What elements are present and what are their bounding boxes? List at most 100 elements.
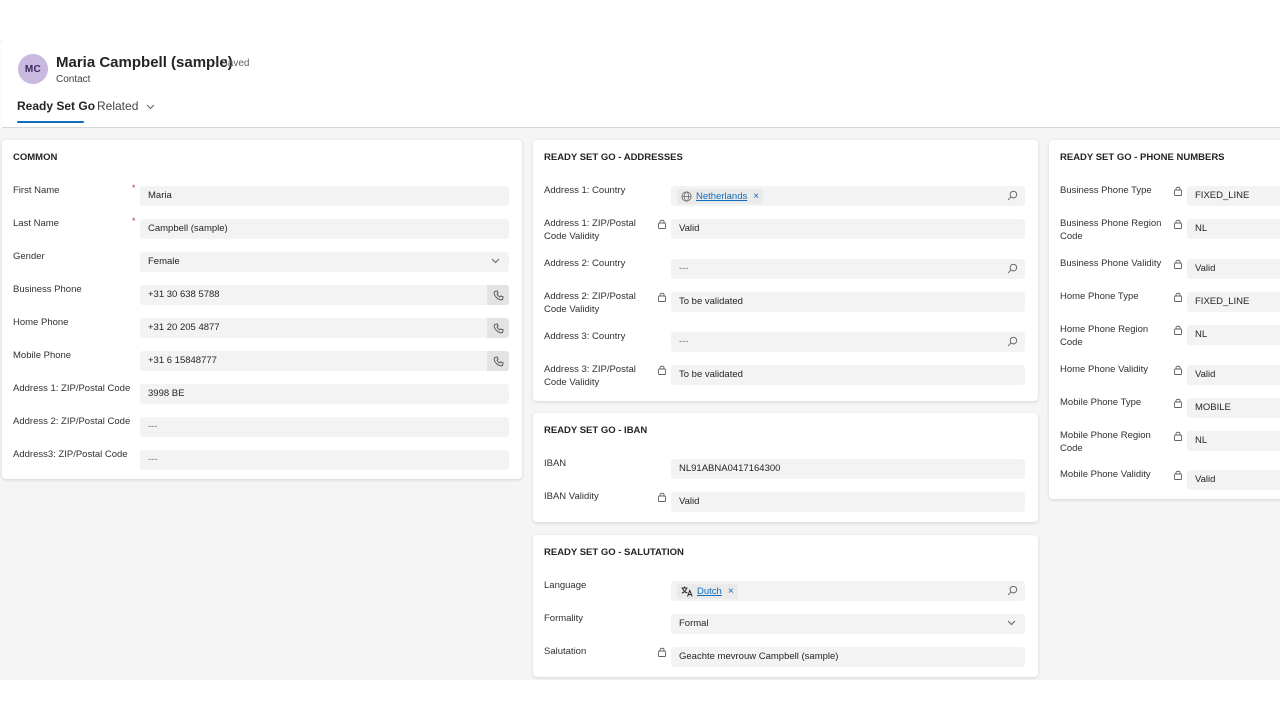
formality-select[interactable]: Formal <box>671 614 1025 634</box>
first-name-field[interactable]: Maria <box>140 186 509 206</box>
call-business-phone-button[interactable] <box>487 285 509 305</box>
zip1-field[interactable]: 3998 BE <box>140 384 509 404</box>
section-title: READY SET GO - SALUTATION <box>544 547 684 558</box>
lock-icon <box>1174 186 1182 196</box>
search-icon[interactable] <box>1007 263 1018 274</box>
tab-label: Related <box>97 99 139 113</box>
avatar: MC <box>18 54 48 84</box>
field-row-zip1: Address 1: ZIP/Postal Code 3998 BE <box>2 382 522 408</box>
address3-country-lookup[interactable]: --- <box>671 332 1025 352</box>
field-row-iban: IBAN NL91ABNA0417164300 <box>533 457 1038 483</box>
field-label: Business Phone <box>13 284 82 295</box>
field-row-mobile-phone-region: Mobile Phone Region Code NL <box>1049 429 1280 455</box>
chevron-down-icon <box>1007 620 1016 626</box>
mobile-phone-field[interactable]: +31 6 15848777 <box>140 351 509 371</box>
business-phone-validity-field: Valid <box>1187 259 1280 279</box>
tab-label: Ready Set Go <box>17 99 96 113</box>
lock-icon <box>1174 292 1182 302</box>
field-row-last-name: Last Name * Campbell (sample) <box>2 216 522 243</box>
field-row-address2-country: Address 2: Country --- <box>533 257 1038 283</box>
field-label: Address 2: ZIP/Postal Code <box>13 416 131 427</box>
record-header: MC Maria Campbell (sample) - Saved Conta… <box>2 41 1280 128</box>
gender-select[interactable]: Female <box>140 252 509 272</box>
formality-value: Formal <box>679 618 709 629</box>
section-salutation: READY SET GO - SALUTATION Language Dutch… <box>533 535 1038 677</box>
remove-language-button[interactable]: × <box>728 582 734 602</box>
field-label: IBAN <box>544 458 567 469</box>
field-label: Home Phone Validity <box>1060 364 1149 375</box>
field-label: Home Phone <box>13 317 69 328</box>
section-title: READY SET GO - IBAN <box>544 425 648 436</box>
address2-zip-validity-field: To be validated <box>671 292 1025 312</box>
phone-icon <box>493 355 504 366</box>
active-tab-indicator <box>17 121 84 123</box>
search-icon[interactable] <box>1007 585 1018 596</box>
search-icon[interactable] <box>1007 190 1018 201</box>
field-label: First Name <box>13 185 60 196</box>
chevron-down-icon <box>146 104 155 110</box>
translate-icon <box>681 586 693 597</box>
country-link[interactable]: Netherlands <box>696 187 747 207</box>
lock-icon <box>1174 470 1182 480</box>
address2-country-lookup[interactable]: --- <box>671 259 1025 279</box>
field-label: Home Phone Type <box>1060 291 1139 302</box>
lock-icon <box>1174 219 1182 229</box>
top-bar <box>0 0 1280 42</box>
required-indicator: * <box>132 183 136 193</box>
field-row-language: Language Dutch × <box>533 579 1038 605</box>
iban-validity-field: Valid <box>671 492 1025 512</box>
lock-icon <box>658 365 666 375</box>
tab-related[interactable]: Related <box>97 99 155 113</box>
language-link[interactable]: Dutch <box>697 582 722 602</box>
field-row-address1-zip-validity: Address 1: ZIP/Postal Code Validity Vali… <box>533 217 1038 243</box>
business-phone-type-field: FIXED_LINE <box>1187 186 1280 206</box>
mobile-phone-region-field: NL <box>1187 431 1280 451</box>
remove-country-button[interactable]: × <box>753 187 759 207</box>
call-home-phone-button[interactable] <box>487 318 509 338</box>
section-phone-numbers: READY SET GO - PHONE NUMBERS Business Ph… <box>1049 140 1280 499</box>
zip2-field[interactable]: --- <box>140 417 509 437</box>
last-name-field[interactable]: Campbell (sample) <box>140 219 509 239</box>
search-icon[interactable] <box>1007 336 1018 347</box>
section-title: READY SET GO - ADDRESSES <box>544 152 683 163</box>
field-row-salutation: Salutation Geachte mevrouw Campbell (sam… <box>533 645 1038 671</box>
field-row-home-phone-validity: Home Phone Validity Valid <box>1049 363 1280 389</box>
business-phone-field[interactable]: +31 30 638 5788 <box>140 285 509 305</box>
address2-country-value: --- <box>679 263 689 274</box>
home-phone-region-field: NL <box>1187 325 1280 345</box>
field-label: Business Phone Validity <box>1060 258 1162 269</box>
field-row-business-phone: Business Phone +31 30 638 5788 <box>2 283 522 309</box>
field-row-home-phone: Home Phone +31 20 205 4877 <box>2 316 522 342</box>
section-title: COMMON <box>13 152 58 163</box>
mobile-phone-value: +31 6 15848777 <box>148 355 217 366</box>
salutation-field: Geachte mevrouw Campbell (sample) <box>671 647 1025 667</box>
zip3-field[interactable]: --- <box>140 450 509 470</box>
lock-icon <box>658 219 666 229</box>
field-label: Gender <box>13 251 45 262</box>
home-phone-value: +31 20 205 4877 <box>148 322 220 333</box>
field-row-mobile-phone: Mobile Phone +31 6 15848777 <box>2 349 522 375</box>
language-lookup[interactable]: Dutch × <box>671 581 1025 601</box>
business-phone-value: +31 30 638 5788 <box>148 289 220 300</box>
field-row-iban-validity: IBAN Validity Valid <box>533 490 1038 516</box>
field-label: Business Phone Region Code <box>1060 218 1162 242</box>
field-label: Formality <box>544 613 584 624</box>
lock-icon <box>1174 365 1182 375</box>
field-label: Address 3: ZIP/Postal Code Validity <box>544 364 636 388</box>
tab-ready-set-go[interactable]: Ready Set Go <box>17 99 95 113</box>
section-iban: READY SET GO - IBAN IBAN NL91ABNA0417164… <box>533 413 1038 522</box>
lock-icon <box>1174 431 1182 441</box>
address1-country-lookup[interactable]: Netherlands × <box>671 186 1025 206</box>
field-label: Mobile Phone Validity <box>1060 469 1151 480</box>
iban-field[interactable]: NL91ABNA0417164300 <box>671 459 1025 479</box>
field-label: Address 3: Country <box>544 331 626 342</box>
address3-country-value: --- <box>679 336 689 347</box>
field-label: Address 2: ZIP/Postal Code Validity <box>544 291 636 315</box>
home-phone-type-field: FIXED_LINE <box>1187 292 1280 312</box>
field-label: Mobile Phone <box>13 350 72 361</box>
section-addresses: READY SET GO - ADDRESSES Address 1: Coun… <box>533 140 1038 401</box>
lock-icon <box>658 647 666 657</box>
call-mobile-phone-button[interactable] <box>487 351 509 371</box>
section-common: COMMON First Name * Maria Last Name * Ca… <box>2 140 522 479</box>
home-phone-field[interactable]: +31 20 205 4877 <box>140 318 509 338</box>
